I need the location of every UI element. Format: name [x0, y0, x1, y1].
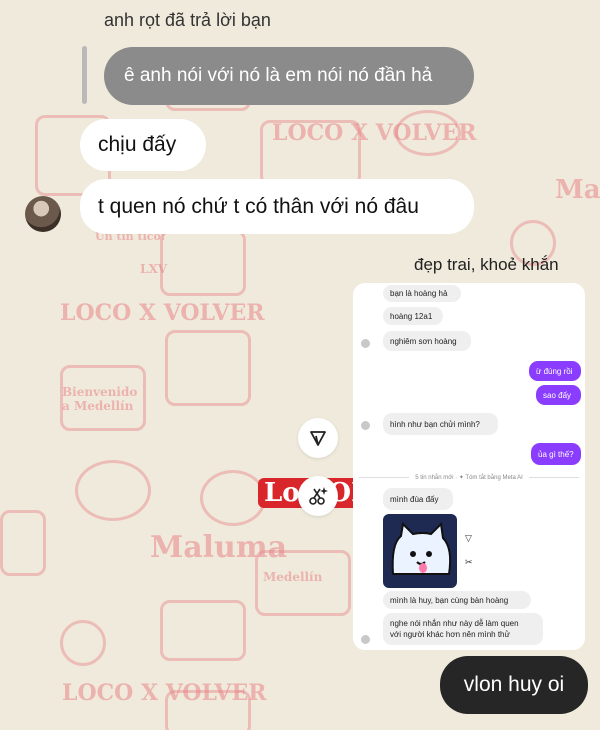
- wallpaper-text: LOCO X VOLVER: [272, 120, 477, 146]
- screenshot-message: ủa gì thế?: [531, 443, 581, 465]
- screenshot-message: nghiêm sơn hoàng: [383, 331, 471, 351]
- screenshot-message: sao đấy: [536, 385, 581, 405]
- wallpaper-shape: [165, 330, 251, 406]
- shared-screenshot[interactable]: bạn là hoàng hả hoàng 12a1 nghiêm sơn ho…: [353, 283, 585, 650]
- incoming-message[interactable]: chịu đấy: [80, 119, 206, 171]
- screenshot-message: mình là huy, bạn cùng bàn hoàng: [383, 591, 531, 609]
- wallpaper-text: LXV: [140, 262, 168, 276]
- cutout-sparkle-icon: ✂: [465, 557, 473, 567]
- cutout-sparkle-icon[interactable]: [298, 476, 338, 516]
- avatar: [361, 635, 370, 644]
- reply-header: anh rọt đã trả lời bạn: [104, 10, 271, 30]
- avatar[interactable]: [25, 196, 61, 232]
- wallpaper-text: Maluma: [555, 175, 600, 205]
- reply-indicator-bar: [82, 46, 87, 104]
- wallpaper-shape: [75, 460, 151, 521]
- screenshot-message: ừ đúng rồi: [529, 361, 581, 381]
- wallpaper-shape: [60, 620, 106, 666]
- wallpaper-shape: [0, 510, 46, 576]
- screenshot-message: hoàng 12a1: [383, 307, 443, 325]
- sticker-image: [383, 514, 457, 588]
- wallpaper-text: LOCO X VOLVER: [60, 300, 265, 326]
- screenshot-message: bạn là hoàng hả: [383, 285, 461, 302]
- outgoing-message[interactable]: vlon huy oi: [440, 656, 588, 714]
- screenshot-message: hình như bạn chửi mình?: [383, 413, 498, 435]
- wallpaper-text: Maluma: [150, 530, 288, 565]
- screenshot-message: nghe nói nhắn như này dễ làm quen với ng…: [383, 613, 543, 645]
- wallpaper-text: LOCO X VOLVER: [62, 680, 267, 706]
- wallpaper-text: Bienvenido a Medellín: [62, 385, 138, 413]
- avatar: [361, 421, 370, 430]
- wallpaper-shape: [200, 470, 266, 526]
- new-messages-divider: 5 tin nhắn mới · ✦ Tóm tắt bằng Meta AI: [353, 471, 585, 483]
- image-caption: đẹp trai, khoẻ khắn: [414, 255, 559, 274]
- wallpaper-text: Medellín: [263, 570, 323, 584]
- send-arrow-icon[interactable]: [298, 418, 338, 458]
- send-arrow-icon: ▽: [465, 533, 472, 543]
- incoming-message[interactable]: t quen nó chứ t có thân với nó đâu: [80, 179, 474, 234]
- avatar: [361, 339, 370, 348]
- screenshot-message: mình đùa đấy: [383, 488, 453, 510]
- quoted-message[interactable]: ê anh nói với nó là em nói nó đần hả: [104, 47, 474, 105]
- wallpaper-shape: [160, 230, 246, 296]
- wallpaper-shape: [160, 600, 246, 661]
